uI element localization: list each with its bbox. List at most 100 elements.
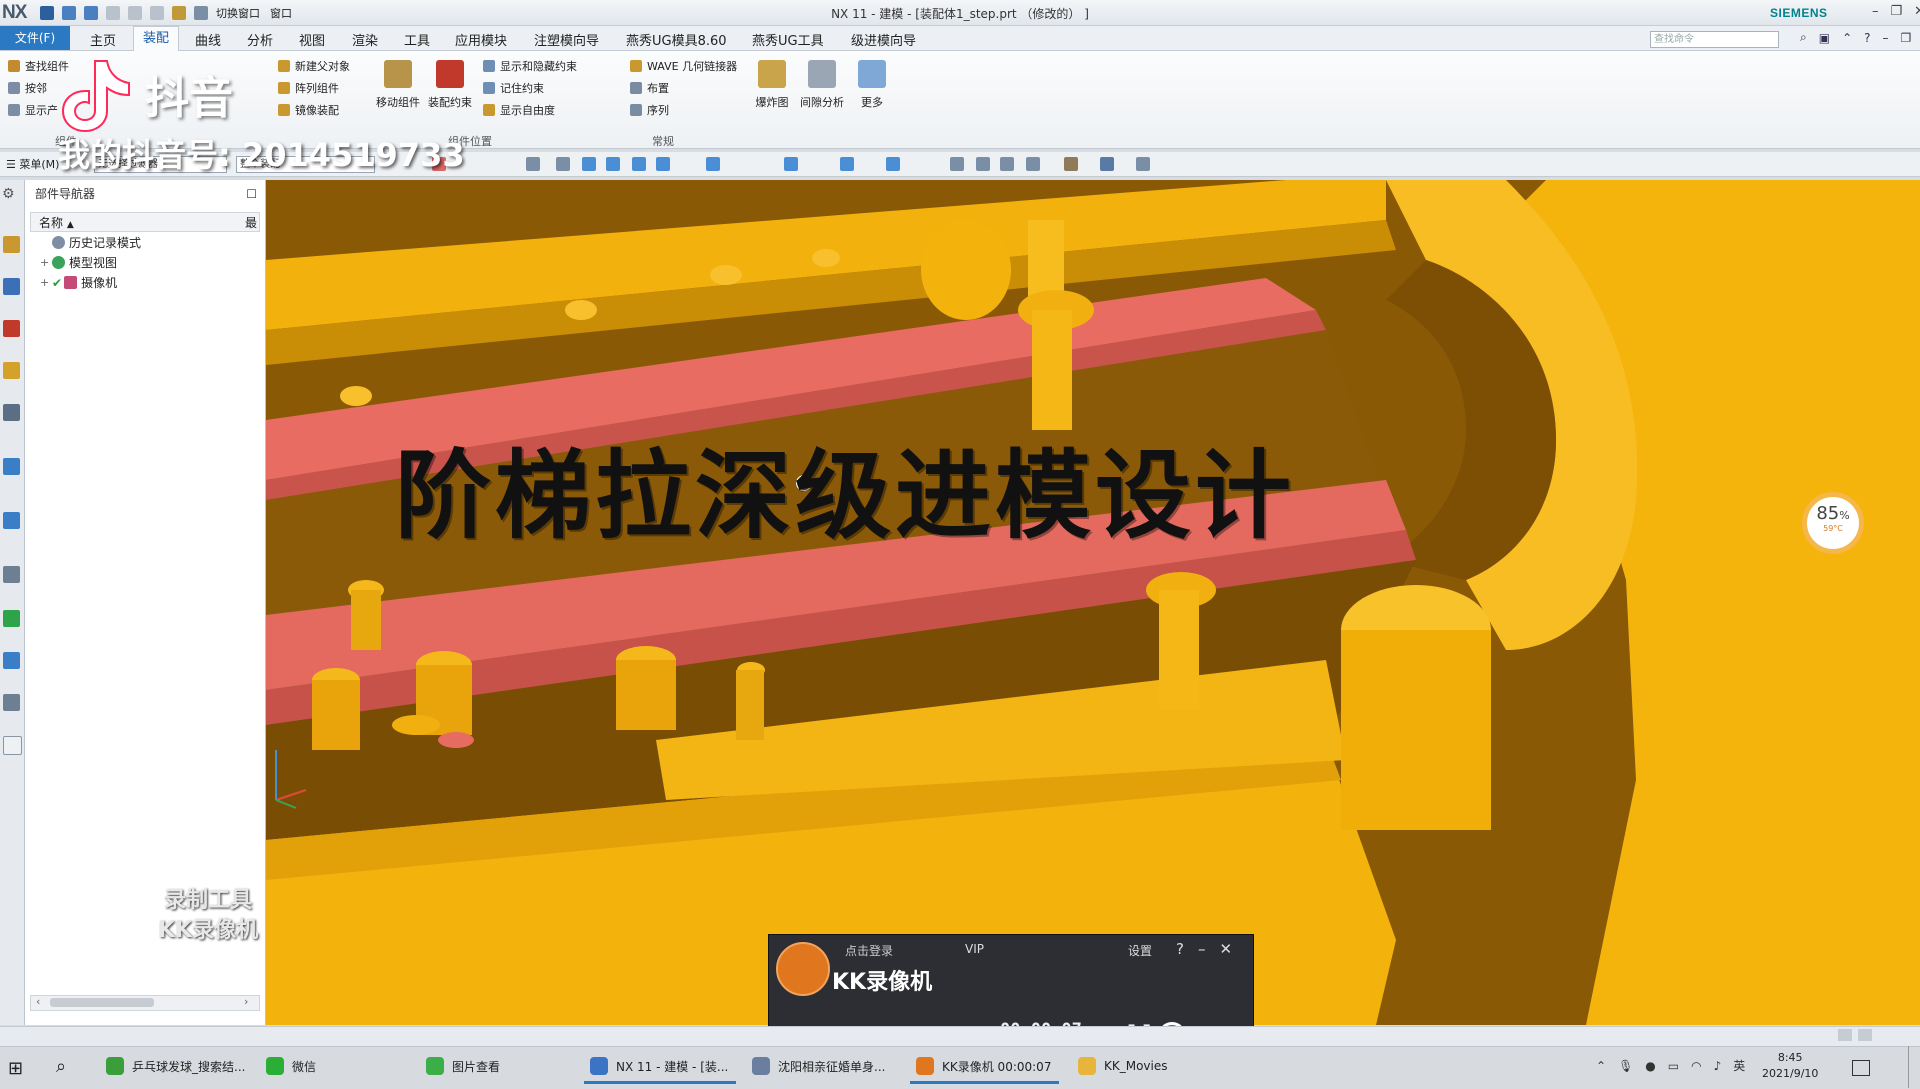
tab-view[interactable]: 视图 bbox=[299, 30, 325, 49]
kk-minimize-icon[interactable]: – bbox=[1198, 940, 1206, 958]
status-view-icon[interactable] bbox=[1838, 1029, 1852, 1041]
show-desktop-button[interactable] bbox=[1908, 1046, 1915, 1088]
taskbar-item-wechat[interactable]: 微信 bbox=[266, 1057, 316, 1075]
taskbar-item-image-viewer[interactable]: 图片查看 bbox=[426, 1057, 500, 1075]
scroll-right-icon[interactable]: › bbox=[244, 995, 248, 1008]
kk-settings-button[interactable]: 设置 bbox=[1128, 942, 1152, 959]
fit-icon[interactable] bbox=[976, 157, 990, 171]
rectangle-select-icon[interactable] bbox=[526, 157, 540, 171]
resource-icon[interactable]: ▣ bbox=[1819, 31, 1830, 45]
file-menu[interactable]: 文件(F) bbox=[0, 26, 70, 50]
body-filter-icon[interactable] bbox=[582, 157, 596, 171]
taskbar-item-web[interactable]: 沈阳相亲征婚单身... bbox=[752, 1057, 885, 1075]
doc-restore-icon[interactable]: ❐ bbox=[1901, 31, 1912, 45]
exploded-view-button[interactable]: 爆炸图 bbox=[752, 60, 792, 110]
system-materials-icon[interactable] bbox=[3, 610, 20, 627]
remember-constraints-button[interactable]: 记住约束 bbox=[483, 80, 544, 96]
graphics-viewport[interactable] bbox=[266, 180, 1920, 1025]
snap-icon[interactable] bbox=[606, 157, 620, 171]
wifi-icon[interactable]: ◠ bbox=[1691, 1059, 1701, 1073]
wave-linker-button[interactable]: WAVE 几何链接器 bbox=[630, 58, 737, 74]
taskbar-item-browser[interactable]: 乒乓球发球_搜索结... bbox=[106, 1057, 245, 1075]
kk-close-icon[interactable]: ✕ bbox=[1219, 940, 1232, 958]
process-studio-icon[interactable] bbox=[3, 652, 20, 669]
search-icon[interactable]: ⌕ bbox=[1800, 30, 1807, 45]
taskbar-item-kk-recorder[interactable]: KK录像机 00:00:07 bbox=[909, 1057, 1060, 1084]
qq-icon[interactable]: ● bbox=[1645, 1059, 1655, 1073]
notification-icon[interactable] bbox=[1852, 1060, 1870, 1076]
menu-button[interactable]: ☰ 菜单(M) bbox=[6, 156, 59, 172]
mirror-assembly-button[interactable]: 镜像装配 bbox=[278, 102, 339, 118]
tab-analysis[interactable]: 分析 bbox=[247, 30, 273, 49]
layer-icon[interactable] bbox=[1136, 157, 1150, 171]
status-fullscreen-icon[interactable] bbox=[1858, 1029, 1872, 1041]
ime-indicator[interactable]: 英 bbox=[1733, 1057, 1745, 1074]
part-navigator-icon[interactable] bbox=[3, 320, 20, 337]
taskbar-item-folder[interactable]: KK_Movies bbox=[1078, 1057, 1168, 1075]
show-dof-button[interactable]: 显示自由度 bbox=[483, 102, 555, 118]
history-icon[interactable] bbox=[3, 512, 20, 529]
show-product-button[interactable]: 显示产 bbox=[8, 102, 58, 118]
column-name[interactable]: 名称 ▲ bbox=[31, 214, 74, 231]
tab-tools[interactable]: 工具 bbox=[404, 30, 430, 49]
tab-yanxiu-mold[interactable]: 燕秀UG模具8.60 bbox=[626, 30, 727, 49]
microphone-icon[interactable]: 🎙 bbox=[1618, 1059, 1633, 1073]
tab-render[interactable]: 渲染 bbox=[352, 30, 378, 49]
settings-gear-icon[interactable]: ⚙ bbox=[2, 186, 15, 202]
scroll-left-icon[interactable]: ‹ bbox=[36, 995, 40, 1008]
volume-icon[interactable]: ♪ bbox=[1714, 1059, 1722, 1073]
by-proximity-button[interactable]: 按邻 bbox=[8, 80, 47, 96]
system-clock[interactable]: 8:45 2021/9/10 bbox=[1762, 1050, 1818, 1082]
assembly-navigator-icon[interactable] bbox=[3, 236, 20, 253]
tab-curve[interactable]: 曲线 bbox=[195, 30, 221, 49]
tab-assembly[interactable]: 装配 bbox=[133, 26, 180, 51]
line-icon[interactable] bbox=[632, 157, 646, 171]
close-icon[interactable]: ✕ bbox=[1914, 4, 1920, 19]
tree-item-model-views[interactable]: + 模型视图 bbox=[40, 254, 117, 271]
restore-icon[interactable]: ❐ bbox=[1891, 4, 1903, 19]
kk-login-link[interactable]: 点击登录 bbox=[845, 942, 893, 959]
command-search-input[interactable]: 查找命令 bbox=[1650, 31, 1779, 48]
pattern-component-button[interactable]: 阵列组件 bbox=[278, 80, 339, 96]
minimize-icon[interactable]: – bbox=[1872, 4, 1879, 19]
battery-icon[interactable]: ▭ bbox=[1668, 1059, 1679, 1073]
tab-home[interactable]: 主页 bbox=[90, 30, 116, 49]
taskbar-item-nx[interactable]: NX 11 - 建模 - [装... bbox=[583, 1057, 737, 1084]
tab-mold-wizard[interactable]: 注塑模向导 bbox=[534, 30, 599, 49]
navigator-maximize-icon[interactable]: ☐ bbox=[246, 187, 257, 201]
orient-icon[interactable] bbox=[1026, 157, 1040, 171]
show-hide-constraints-button[interactable]: 显示和隐藏约束 bbox=[483, 58, 577, 74]
hd3d-icon[interactable] bbox=[3, 404, 20, 421]
performance-badge[interactable]: 85% 59°C bbox=[1802, 492, 1864, 554]
taskbar-search-icon[interactable]: ⌕ bbox=[56, 1056, 66, 1077]
new-parent-button[interactable]: 新建父对象 bbox=[278, 58, 350, 74]
kk-vip-badge[interactable]: VIP bbox=[965, 942, 984, 956]
reuse-library-icon[interactable] bbox=[3, 362, 20, 379]
lasso-icon[interactable] bbox=[556, 157, 570, 171]
tab-applications[interactable]: 应用模块 bbox=[455, 30, 507, 49]
web-browser-icon[interactable] bbox=[3, 458, 20, 475]
shaded-icon[interactable] bbox=[1100, 157, 1114, 171]
column-recent[interactable]: 最 bbox=[245, 214, 259, 231]
kk-help-icon[interactable]: ? bbox=[1176, 940, 1184, 958]
plus-point-icon[interactable] bbox=[840, 157, 854, 171]
tree-item-cameras[interactable]: + ✔ 摄像机 bbox=[40, 274, 117, 291]
tray-expand-icon[interactable]: ⌃ bbox=[1596, 1059, 1606, 1073]
render-style-icon[interactable] bbox=[1064, 157, 1078, 171]
sequence-button[interactable]: 序列 bbox=[630, 102, 669, 118]
arrangement-button[interactable]: 布置 bbox=[630, 80, 669, 96]
constraint-navigator-icon[interactable] bbox=[3, 278, 20, 295]
doc-minimize-icon[interactable]: – bbox=[1883, 31, 1889, 45]
rotate-icon[interactable] bbox=[1000, 157, 1014, 171]
center-point-icon[interactable] bbox=[784, 157, 798, 171]
tab-yanxiu-tools[interactable]: 燕秀UG工具 bbox=[752, 30, 824, 49]
move-component-button[interactable]: 移动组件 bbox=[374, 60, 422, 110]
more-button[interactable]: 更多 bbox=[856, 60, 888, 110]
help-icon[interactable]: ? bbox=[1864, 31, 1870, 45]
navigator-scroll-thumb[interactable] bbox=[50, 998, 154, 1007]
tab-progressive-die[interactable]: 级进模向导 bbox=[851, 30, 916, 49]
clock-icon[interactable] bbox=[3, 566, 20, 583]
roles-icon[interactable] bbox=[3, 736, 22, 755]
view-icon[interactable] bbox=[950, 157, 964, 171]
spline-icon[interactable] bbox=[706, 157, 720, 171]
